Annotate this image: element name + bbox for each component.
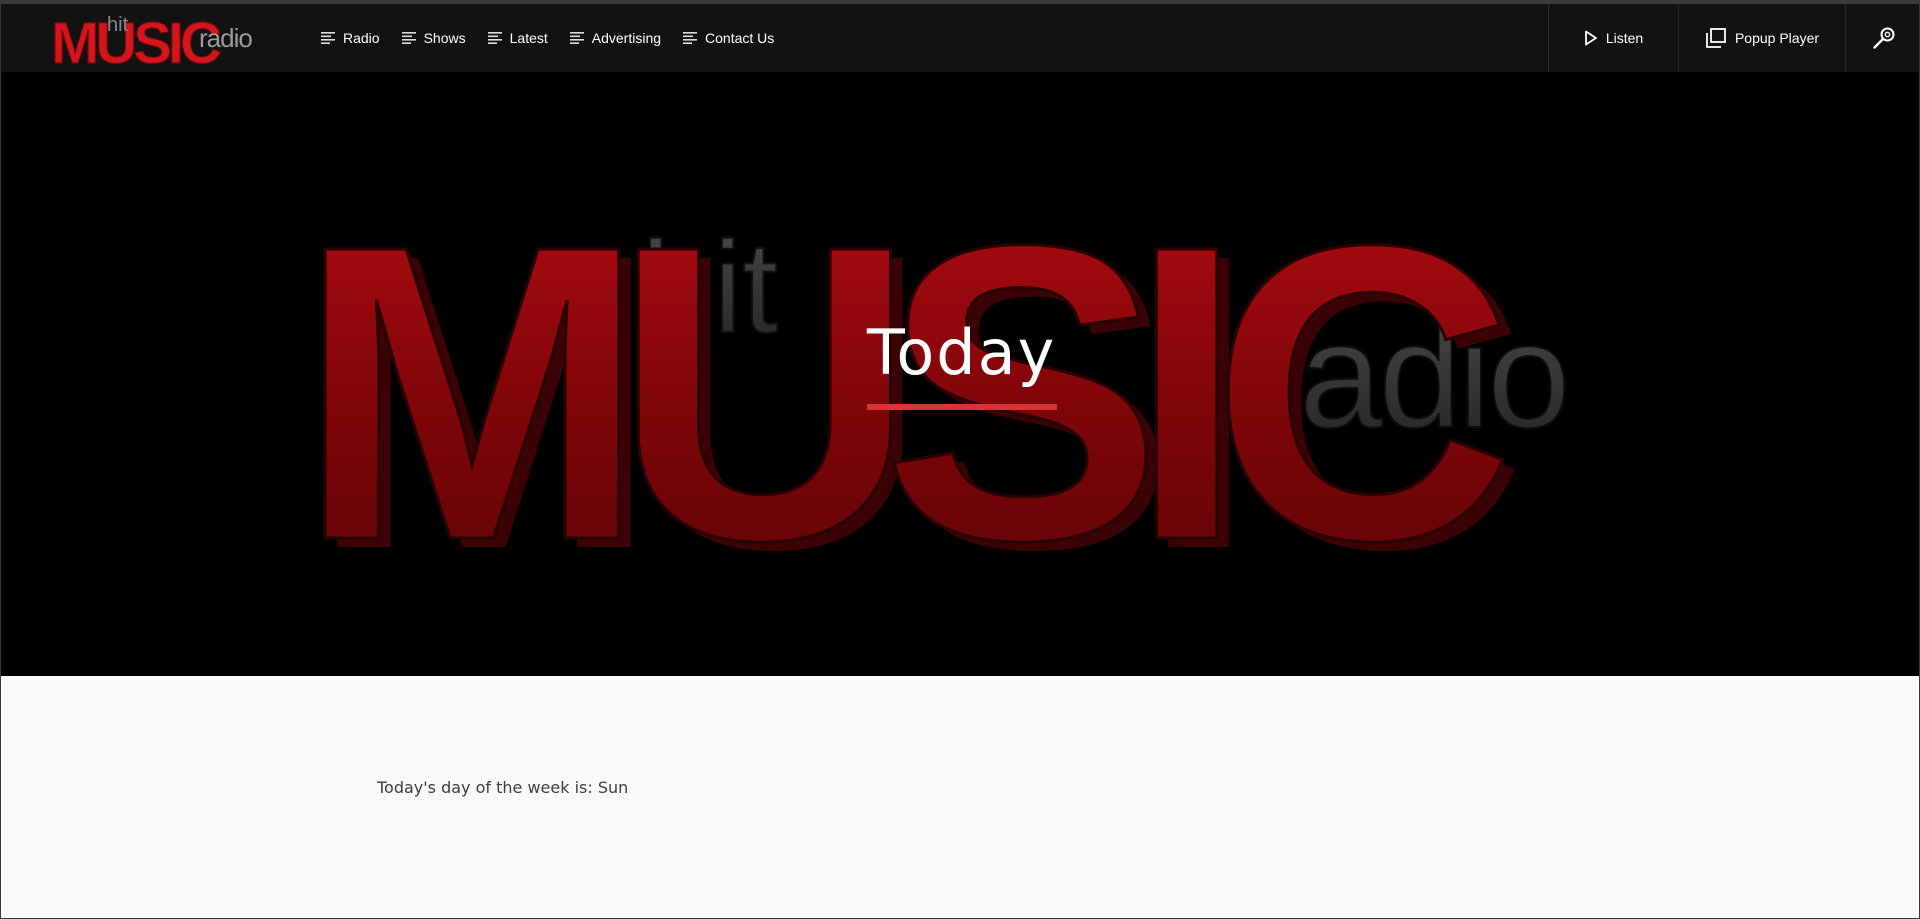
nav-item-latest[interactable]: Latest (487, 4, 548, 72)
menu-lines-icon (321, 32, 335, 44)
title-underline (867, 404, 1057, 410)
search-icon (1872, 27, 1894, 49)
header-actions: Listen Popup Player (1548, 4, 1919, 72)
hero-banner: hit radio MUSIC MUSIC Today (1, 72, 1919, 676)
play-icon (1584, 30, 1597, 46)
main-nav: Radio Shows Latest Advertising Contact U… (321, 4, 796, 72)
popup-player-label: Popup Player (1734, 30, 1820, 46)
page-title: Today (867, 316, 1057, 389)
listen-label: Listen (1605, 30, 1644, 46)
svg-text:hit: hit (107, 14, 129, 36)
nav-item-label: Advertising (591, 30, 662, 46)
site-logo[interactable]: MUSIC hit radio (49, 7, 269, 73)
nav-item-label: Latest (509, 30, 548, 46)
nav-item-label: Contact Us (705, 30, 775, 46)
hit-music-radio-logo-icon: MUSIC hit radio (50, 10, 253, 73)
menu-lines-icon (569, 32, 584, 44)
nav-item-advertising[interactable]: Advertising (569, 4, 662, 72)
nav-item-label: Radio (343, 30, 380, 46)
nav-item-contact-us[interactable]: Contact Us (683, 4, 774, 72)
search-button[interactable] (1845, 4, 1919, 72)
menu-lines-icon (683, 32, 698, 44)
svg-text:MUSIC: MUSIC (297, 159, 1506, 628)
day-of-week-text: Today's day of the week is: Sun (377, 778, 629, 797)
nav-item-radio[interactable]: Radio (321, 4, 380, 72)
nav-item-shows[interactable]: Shows (401, 4, 466, 72)
page-frame: MUSIC hit radio Radio Shows Latest Adver… (0, 0, 1920, 919)
menu-lines-icon (401, 32, 416, 44)
main-content: Today's day of the week is: Sun (1, 676, 1919, 918)
menu-lines-icon (487, 32, 502, 44)
popup-window-icon (1706, 28, 1726, 48)
nav-item-label: Shows (423, 30, 466, 46)
top-navigation-bar: MUSIC hit radio Radio Shows Latest Adver… (1, 1, 1919, 73)
popup-player-button[interactable]: Popup Player (1678, 4, 1845, 72)
listen-button[interactable]: Listen (1548, 4, 1678, 72)
svg-text:MUSIC: MUSIC (51, 11, 221, 73)
svg-text:radio: radio (199, 23, 252, 53)
